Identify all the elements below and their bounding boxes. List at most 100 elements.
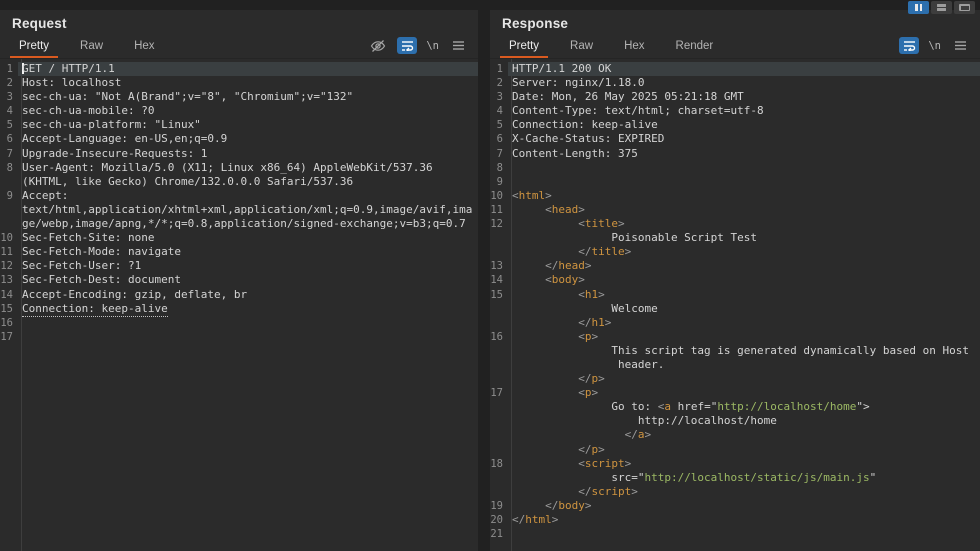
newline-toggle-icon[interactable]: \n <box>426 40 439 52</box>
code-line: 5sec-ch-ua-platform: "Linux" <box>0 118 478 132</box>
line-number <box>490 372 508 386</box>
single-view-icon <box>959 4 970 11</box>
editor-menu-icon[interactable] <box>950 37 970 54</box>
columns-layout-icon <box>915 4 918 11</box>
code-line: 15Connection: keep-alive <box>0 302 478 316</box>
line-number: 15 <box>0 302 18 316</box>
code-line: </p> <box>490 443 980 457</box>
code-line: 19 </body> <box>490 499 980 513</box>
line-number <box>490 443 508 457</box>
code-line: 11Sec-Fetch-Mode: navigate <box>0 245 478 259</box>
line-number: 7 <box>490 147 508 161</box>
request-editor[interactable]: 1GET / HTTP/1.12Host: localhost3sec-ch-u… <box>0 59 478 551</box>
single-view-layout-button[interactable] <box>954 1 975 14</box>
line-number: 13 <box>490 259 508 273</box>
code-line: Welcome <box>490 302 980 316</box>
response-tabbar: Pretty Raw Hex Render \n <box>490 35 980 59</box>
tab-pretty[interactable]: Pretty <box>10 36 58 58</box>
line-number: 21 <box>490 527 508 541</box>
line-number: 16 <box>490 330 508 344</box>
code-line: 11 <head> <box>490 203 980 217</box>
tab-raw[interactable]: Raw <box>561 36 602 58</box>
code-line: 10Sec-Fetch-Site: none <box>0 231 478 245</box>
code-line: 8 <box>490 161 980 175</box>
response-editor[interactable]: 1HTTP/1.1 200 OK2Server: nginx/1.18.03Da… <box>490 59 980 551</box>
line-number: 15 <box>490 288 508 302</box>
code-line: ge/webp,image/apng,*/*;q=0.8,application… <box>0 217 478 231</box>
code-line: </p> <box>490 372 980 386</box>
code-line: 1HTTP/1.1 200 OK <box>490 62 980 76</box>
line-number <box>490 428 508 442</box>
code-line: http://localhost/home <box>490 414 980 428</box>
code-line: 13 </head> <box>490 259 980 273</box>
code-line: 17 <box>0 330 478 344</box>
line-number: 9 <box>490 175 508 189</box>
line-number <box>0 217 18 231</box>
code-line: 14 <body> <box>490 273 980 287</box>
code-line: 16 <p> <box>490 330 980 344</box>
code-line: 7Content-Length: 375 <box>490 147 980 161</box>
line-number: 6 <box>490 132 508 146</box>
line-number: 17 <box>490 386 508 400</box>
code-line: 15 <h1> <box>490 288 980 302</box>
line-number: 7 <box>0 147 18 161</box>
line-number: 2 <box>0 76 18 90</box>
line-number <box>490 231 508 245</box>
code-line: 12Sec-Fetch-User: ?1 <box>0 259 478 273</box>
code-line: Go to: <a href="http://localhost/home"> <box>490 400 980 414</box>
line-number: 1 <box>0 62 18 76</box>
code-line: </title> <box>490 245 980 259</box>
line-number: 10 <box>490 189 508 203</box>
line-number: 4 <box>490 104 508 118</box>
line-number <box>490 358 508 372</box>
code-line: 4Content-Type: text/html; charset=utf-8 <box>490 104 980 118</box>
editor-layout-controls <box>908 1 975 14</box>
line-number: 20 <box>490 513 508 527</box>
rows-layout-button[interactable] <box>931 1 952 14</box>
line-number <box>490 344 508 358</box>
code-line: 16 <box>0 316 478 330</box>
line-number: 10 <box>0 231 18 245</box>
code-line: 14Accept-Encoding: gzip, deflate, br <box>0 288 478 302</box>
code-line: text/html,application/xhtml+xml,applicat… <box>0 203 478 217</box>
word-wrap-toggle-icon[interactable] <box>397 37 417 54</box>
tab-pretty[interactable]: Pretty <box>500 36 548 58</box>
code-line: 12 <title> <box>490 217 980 231</box>
code-line: 6X-Cache-Status: EXPIRED <box>490 132 980 146</box>
code-line: 6Accept-Language: en-US,en;q=0.9 <box>0 132 478 146</box>
code-line: This script tag is generated dynamically… <box>490 344 980 358</box>
line-number <box>490 302 508 316</box>
line-number: 2 <box>490 76 508 90</box>
rows-layout-icon <box>937 4 946 11</box>
code-line: 2Server: nginx/1.18.0 <box>490 76 980 90</box>
line-number: 5 <box>0 118 18 132</box>
message-editor: Request PrettyRawHex <box>0 0 980 551</box>
editor-menu-icon[interactable] <box>448 37 468 54</box>
tab-hex[interactable]: Hex <box>125 36 163 58</box>
code-line: </script> <box>490 485 980 499</box>
code-line: 18 <script> <box>490 457 980 471</box>
tab-render[interactable]: Render <box>667 36 723 58</box>
code-line: </h1> <box>490 316 980 330</box>
tab-raw[interactable]: Raw <box>71 36 112 58</box>
code-line: src="http://localhost/static/js/main.js" <box>490 471 980 485</box>
code-line: header. <box>490 358 980 372</box>
code-line: 21 <box>490 527 980 541</box>
code-line: 2Host: localhost <box>0 76 478 90</box>
hide-icon[interactable] <box>368 37 388 54</box>
line-number: 8 <box>490 161 508 175</box>
line-number <box>490 471 508 485</box>
newline-toggle-icon[interactable]: \n <box>928 40 941 52</box>
code-line: 9Accept: <box>0 189 478 203</box>
line-number: 12 <box>0 259 18 273</box>
word-wrap-toggle-icon[interactable] <box>899 37 919 54</box>
code-line: 1GET / HTTP/1.1 <box>0 62 478 76</box>
line-number <box>490 400 508 414</box>
line-number: 1 <box>490 62 508 76</box>
columns-layout-button[interactable] <box>908 1 929 14</box>
code-line: Poisonable Script Test <box>490 231 980 245</box>
line-number: 16 <box>0 316 18 330</box>
tab-hex[interactable]: Hex <box>615 36 653 58</box>
line-number: 14 <box>0 288 18 302</box>
line-number <box>0 175 18 189</box>
